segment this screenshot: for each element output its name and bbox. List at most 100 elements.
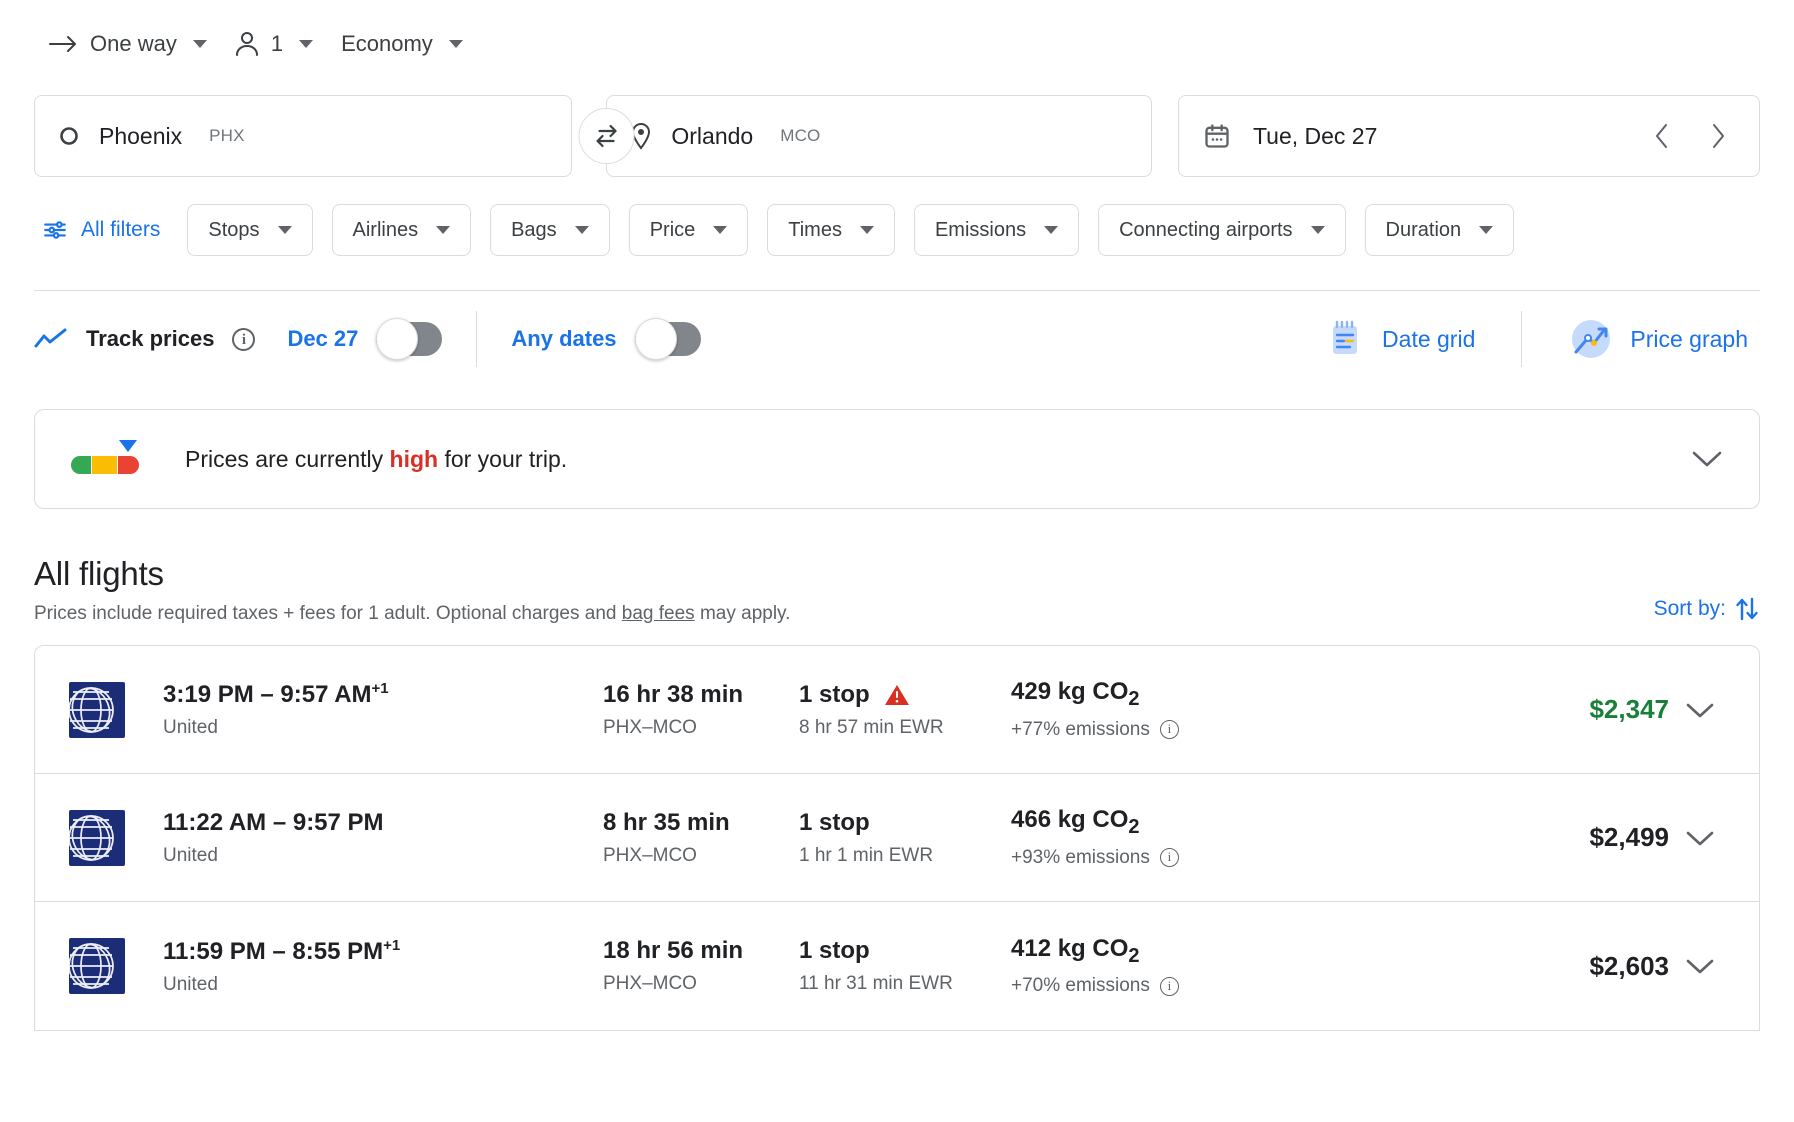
destination-field[interactable]: Orlando MCO [606,95,1152,177]
filter-chip-times[interactable]: Times [767,204,895,256]
all-flights-header: All flights Prices include required taxe… [0,509,1794,625]
info-icon[interactable]: i [1159,848,1179,868]
any-dates-group: Any dates [511,318,701,360]
track-date-toggle[interactable] [376,318,443,360]
expand-flight-chevron-down-icon[interactable] [1669,957,1731,975]
price-graph-icon [1568,316,1614,362]
table-row[interactable]: 11:59 PM – 8:55 PM+1 United 18 hr 56 min… [35,902,1759,1030]
times-text: 11:59 PM – 8:55 PM [163,937,384,965]
flight-price: $2,603 [1589,950,1669,981]
flights-results-page: One way 1 Economy Phoenix PHX Orlando MC… [0,0,1794,1122]
chevron-down-icon [859,226,874,234]
filter-chip-label: Duration [1385,218,1462,241]
flight-route: PHX–MCO [603,973,697,994]
date-grid-button[interactable]: Date grid [1312,318,1487,360]
emissions-delta: +77% emissions [1011,718,1150,740]
times-text: 3:19 PM – 9:57 AM [163,681,372,708]
filter-chip-stops[interactable]: Stops [187,204,313,256]
swap-button[interactable] [578,108,635,164]
previous-date-button[interactable] [1645,119,1679,153]
all-filters-label: All filters [81,218,161,241]
filter-chip-connecting-airports[interactable]: Connecting airports [1098,204,1346,256]
flight-times: 3:19 PM – 9:57 AM+1 [163,680,603,709]
chevron-down-icon [299,40,314,48]
emissions-delta: +70% emissions [1011,975,1150,997]
co2-text: 412 kg CO [1011,934,1129,962]
flight-route: PHX–MCO [603,844,697,866]
filter-chip-bags[interactable]: Bags [490,204,610,256]
disclaimer-after: may apply. [694,603,791,624]
next-date-button[interactable] [1701,119,1735,153]
layover-info: 11 hr 31 min EWR [799,973,953,994]
expand-flight-chevron-down-icon[interactable] [1669,829,1731,847]
stops-count: 1 stop [799,937,870,964]
filter-chip-price[interactable]: Price [628,204,749,256]
arrow-right-icon [48,33,78,55]
departure-date-field[interactable]: Tue, Dec 27 [1177,95,1760,177]
trip-type-label: One way [90,31,177,56]
table-row[interactable]: 3:19 PM – 9:57 AM+1 United 16 hr 38 min … [35,646,1759,774]
flight-route: PHX–MCO [603,716,697,738]
airline-name: United [163,973,218,995]
price-graph-label: Price graph [1630,325,1748,352]
stops-count: 1 stop [799,808,870,836]
origin-field[interactable]: Phoenix PHX [34,95,573,177]
filter-chip-label: Airlines [352,218,419,241]
sort-by-button[interactable]: Sort by: [1654,595,1760,625]
flight-price: $2,347 [1589,694,1669,724]
flight-stops-cell: 1 stop 1 hr 1 min EWR [799,809,1011,867]
all-filters-button[interactable]: All filters [34,211,168,249]
flight-duration-cell: 16 hr 38 min PHX–MCO [603,681,799,739]
co2-amount: 412 kg CO2 [1011,935,1301,968]
cabin-class-label: Economy [341,31,433,56]
flight-duration: 18 hr 56 min [603,937,744,964]
filter-chip-label: Times [788,218,842,241]
layover-info: 8 hr 57 min EWR [799,716,944,738]
trending-up-icon [34,327,68,351]
table-row[interactable]: 11:22 AM – 9:57 PM United 8 hr 35 min PH… [35,774,1759,902]
info-icon[interactable]: i [232,327,256,351]
co2-text: 429 kg CO [1011,678,1129,706]
date-grid-label: Date grid [1382,325,1476,352]
bag-fees-link[interactable]: bag fees [622,603,695,624]
expand-flight-chevron-down-icon[interactable] [1669,701,1731,719]
filter-chip-emissions[interactable]: Emissions [913,204,1080,256]
person-icon [235,31,259,57]
track-prices-label: Track prices [86,326,215,351]
divider [476,311,478,367]
price-graph-button[interactable]: Price graph [1556,316,1760,362]
layover-info: 1 hr 1 min EWR [799,844,934,866]
track-date-label: Dec 27 [287,326,359,351]
stops-count: 1 stop [799,680,870,708]
filter-chip-airlines[interactable]: Airlines [331,204,472,256]
filter-chip-duration[interactable]: Duration [1364,204,1515,256]
date-grid-icon [1324,318,1366,360]
price-insight-banner[interactable]: Prices are currently high for your trip. [34,409,1760,509]
passengers-selector[interactable]: 1 [221,23,327,65]
passenger-count: 1 [270,31,284,56]
trip-type-selector[interactable]: One way [34,23,221,65]
co2-text: 466 kg CO [1011,806,1129,834]
flight-times-cell: 11:22 AM – 9:57 PM United [163,808,603,867]
filter-chip-label: Bags [511,218,557,241]
calendar-icon [1203,122,1231,150]
expand-insight-chevron-down-icon[interactable] [1691,449,1723,469]
airline-logo-united [69,809,125,866]
day-offset: +1 [383,936,401,954]
info-icon[interactable]: i [1159,720,1179,740]
flight-duration-cell: 18 hr 56 min PHX–MCO [603,937,799,995]
chevron-down-icon [1044,226,1059,234]
track-prices-group: Track prices i Dec 27 [34,318,443,360]
chevron-down-icon [574,226,589,234]
chevron-down-icon [713,226,728,234]
destination-code: MCO [780,126,821,145]
info-icon[interactable]: i [1159,976,1179,996]
insight-emphasis: high [389,445,439,472]
any-dates-label: Any dates [511,326,617,351]
sort-by-label: Sort by: [1653,597,1726,620]
cabin-class-selector[interactable]: Economy [327,23,477,65]
flight-emissions-cell: 429 kg CO2 +77% emissions i [1011,678,1301,741]
page-title: All flights [34,555,164,592]
destination-city: Orlando [671,122,754,149]
any-dates-toggle[interactable] [634,318,701,360]
